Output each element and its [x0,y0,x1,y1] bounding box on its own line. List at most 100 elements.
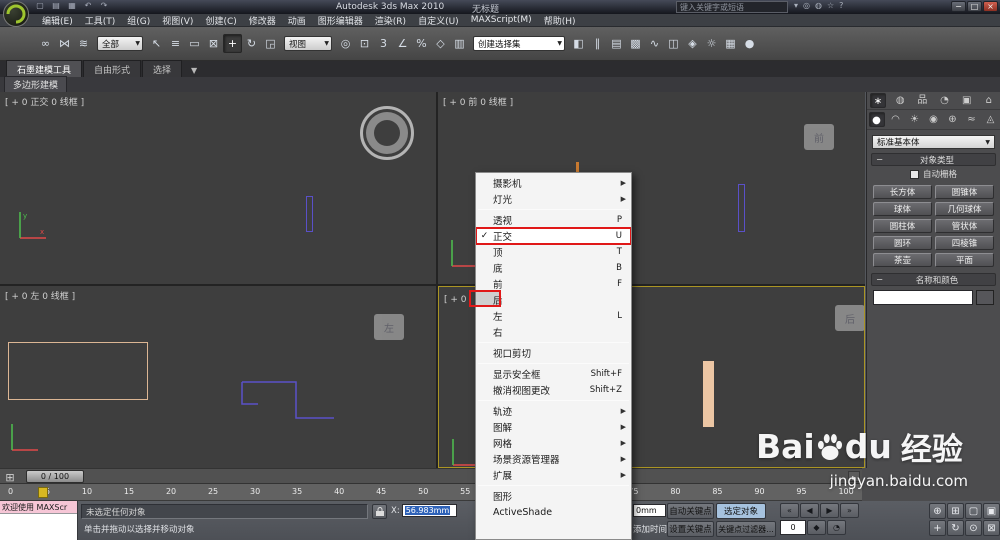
hierarchy-tab-icon[interactable]: 品 [914,93,930,108]
new-scene-icon[interactable]: ▢ [34,1,46,10]
pan-icon[interactable]: + [929,520,946,536]
menu-item-schematic[interactable]: 图解 ▶ [476,419,631,435]
box-object[interactable] [703,361,714,427]
menubar-item[interactable]: 自定义(U) [412,14,465,27]
curve-editor-icon[interactable]: ∿ [645,34,664,53]
key-mode-toggle-icon[interactable]: ◆ [807,520,826,535]
listener-field[interactable] [0,514,77,540]
teapot-button[interactable]: 茶壶 [873,253,932,267]
percent-snap-icon[interactable]: % [412,34,431,53]
primitive-type-dropdown[interactable]: 标准基本体 ▼ [872,135,995,149]
set-key-button[interactable]: 设置关键点 [667,521,714,537]
menu-item-show-safe-frame[interactable]: 显示安全框 Shift+F [476,366,631,382]
sphere-button[interactable]: 球体 [873,202,932,216]
view-cube[interactable]: 后 [835,305,864,331]
zoom-extents-all-icon[interactable]: ▣ [983,503,1000,519]
systems-icon[interactable]: ◬ [983,112,999,127]
use-pivot-center-icon[interactable]: ◎ [336,34,355,53]
subtab-polygon-modeling[interactable]: 多边形建模 [4,76,68,93]
undo-icon[interactable]: ↶ [82,1,94,10]
select-and-scale-icon[interactable]: ◲ [261,34,280,53]
viewport-left[interactable]: [ + 0 左 0 线框 ] 左 [0,286,436,468]
menu-item-extended[interactable]: 扩展 ▶ [476,467,631,483]
mirror-icon[interactable]: ◧ [569,34,588,53]
menu-item-cameras[interactable]: 摄影机 ▶ [476,175,631,191]
menu-item-top[interactable]: 顶T [476,244,631,260]
material-editor-icon[interactable]: ◈ [683,34,702,53]
object-color-swatch[interactable] [976,290,994,305]
spline-object[interactable] [738,184,745,232]
box-object[interactable] [8,342,148,400]
tube-button[interactable]: 管状体 [935,219,994,233]
cylinder-button[interactable]: 圆柱体 [873,219,932,233]
menu-item-scene-explorer[interactable]: 场景资源管理器 ▶ [476,451,631,467]
box-button[interactable]: 长方体 [873,185,932,199]
angle-snap-icon[interactable]: ∠ [393,34,412,53]
viewport-label[interactable]: [ + 0 左 0 线框 ] [5,289,75,302]
cone-button[interactable]: 圆锥体 [935,185,994,199]
viewport-label[interactable]: [ + 0 正交 0 线框 ] [5,95,84,108]
redo-icon[interactable]: ↷ [98,1,110,10]
layer-manager-icon[interactable]: ▤ [607,34,626,53]
bind-to-space-warp-icon[interactable]: ≋ [74,34,93,53]
menu-item-activeshade[interactable]: ActiveShade [476,504,631,520]
select-and-manipulate-icon[interactable]: ⊡ [355,34,374,53]
next-frame-icon[interactable]: ▸ [848,471,860,482]
menu-item-left[interactable]: 左L [476,308,631,324]
tab-selection[interactable]: 选择 [142,60,183,77]
infocenter-search-input[interactable]: 键入关键字或短语 [676,1,788,13]
menubar-item[interactable]: 帮助(H) [538,14,582,27]
z-coordinate-field[interactable]: 0mm [633,504,666,517]
menu-item-bottom[interactable]: 底B [476,260,631,276]
rollout-name-and-color[interactable]: − 名称和颜色 [871,273,996,286]
key-filters-button[interactable]: 关键点过滤器... [716,521,776,537]
geometry-icon[interactable]: ● [868,112,885,127]
motion-tab-icon[interactable]: ◔ [937,93,953,108]
mini-curve-editor-icon[interactable]: ⊞ [2,470,18,485]
menu-item-orthographic[interactable]: ✓ 正交 U [476,227,631,245]
rendered-frame-window-icon[interactable]: ▦ [721,34,740,53]
time-configuration-icon[interactable]: ◔ [827,520,846,535]
graphite-ribbon-toggle-icon[interactable]: ▩ [626,34,645,53]
tab-freeform[interactable]: 自由形式 [83,60,142,77]
x-coordinate-field[interactable]: 56.983mm [401,504,457,517]
snap-toggle-icon[interactable]: 3 [374,34,393,53]
open-file-icon[interactable]: ▤ [50,1,62,10]
space-warps-icon[interactable]: ≈ [964,112,980,127]
minimize-button[interactable]: − [951,1,966,12]
selected-mode-dropdown[interactable]: 选定对象 [716,503,766,519]
unlink-selection-icon[interactable]: ⋈ [55,34,74,53]
search-icon[interactable]: ◎ [803,1,810,10]
maxscript-mini-listener[interactable]: 欢迎使用 MAXScr [0,501,78,540]
rollout-object-type[interactable]: − 对象类型 [871,153,996,166]
menubar-item[interactable]: 工具(T) [79,14,122,27]
render-setup-icon[interactable]: ☼ [702,34,721,53]
communication-center-icon[interactable]: ◍ [815,1,822,10]
pyramid-button[interactable]: 四棱锥 [935,236,994,250]
geosphere-button[interactable]: 几何球体 [935,202,994,216]
orbit-icon[interactable]: ↻ [947,520,964,536]
selected-key-marker[interactable] [38,487,48,498]
cameras-icon[interactable]: ◉ [926,112,942,127]
torus-object[interactable] [360,106,414,160]
schematic-view-icon[interactable]: ◫ [664,34,683,53]
spline-object[interactable] [238,374,338,424]
field-of-view-icon[interactable]: ⊙ [965,520,982,536]
menu-item-track[interactable]: 轨迹 ▶ [476,403,631,419]
menu-item-perspective[interactable]: 透视 P [476,212,631,228]
torus-button[interactable]: 圆环 [873,236,932,250]
menu-item-viewport-clipping[interactable]: 视口剪切 [476,345,631,361]
plane-button[interactable]: 平面 [935,253,994,267]
viewport-label[interactable]: [ + 0 前 0 线框 ] [443,95,513,108]
reference-coordinate-dropdown[interactable]: 视图 ▼ [284,36,332,51]
maximize-button[interactable]: □ [967,1,982,12]
menubar-item[interactable]: 编辑(E) [36,14,79,27]
utilities-tab-icon[interactable]: ⌂ [981,93,997,108]
auto-key-button[interactable]: 自动关键点 [667,503,714,519]
selection-lock-toggle[interactable] [372,504,387,519]
go-to-end-icon[interactable]: » [840,503,859,518]
go-to-start-icon[interactable]: « [780,503,799,518]
menubar-item[interactable]: 图形编辑器 [312,14,369,27]
menubar-item[interactable]: 视图(V) [156,14,199,27]
close-button[interactable]: × [983,1,998,12]
